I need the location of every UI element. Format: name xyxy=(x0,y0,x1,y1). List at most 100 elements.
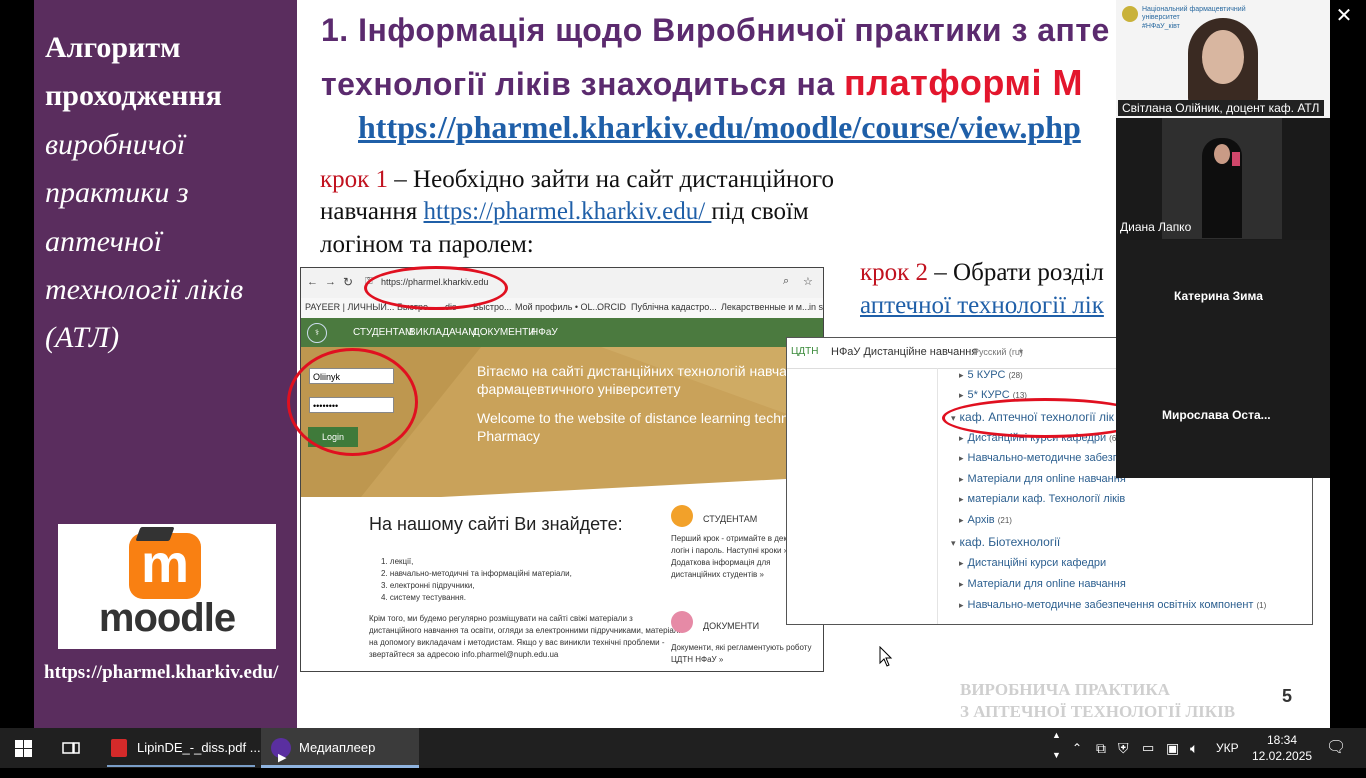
taskbar-app-pdf[interactable]: LipinDE_-_diss.pdf ... xyxy=(103,728,261,768)
university-logo-icon xyxy=(1122,6,1138,22)
category-item: ▸ Архів (21) xyxy=(959,514,1012,526)
clock-date: 12.02.2025 xyxy=(1252,749,1313,763)
chevron-down-icon: ▾ xyxy=(1019,347,1024,356)
slide-heading-line2: технології ліків знаходиться на платформ… xyxy=(321,62,1083,104)
chevron-right-icon: ▸ xyxy=(959,579,964,589)
step1-label: крок 1 xyxy=(320,166,389,193)
find-list-item: 1. лекції, xyxy=(381,557,414,566)
hero-en-text: Pharmacy xyxy=(477,428,541,444)
category-label: каф. Біотехнології xyxy=(959,535,1061,549)
close-icon[interactable]: ✕ xyxy=(1334,6,1354,26)
step1-line2: навчання https://pharmel.kharkiv.edu/ пі… xyxy=(320,198,809,226)
bookmark: in s xyxy=(809,302,824,312)
category-label: Матеріали для online навчання xyxy=(967,578,1126,590)
language-select: Русский (ru) xyxy=(973,347,1023,357)
input-language[interactable]: УКР xyxy=(1216,728,1239,768)
forward-arrow-icon: → xyxy=(325,276,336,288)
logo-text: Національний фармацевтичний xyxy=(1142,6,1246,13)
hero-ua-text: фармацевтичного університету xyxy=(477,381,681,397)
step1-text: навчання xyxy=(320,198,424,225)
scroll-chevrons[interactable]: ▲ ▼ xyxy=(1052,730,1064,770)
step2-link[interactable]: аптечної технології лік xyxy=(860,292,1104,320)
heading-text: технології ліків знаходиться на xyxy=(321,66,845,102)
left-panel-italic-line: технології ліків xyxy=(45,273,244,306)
speaker-name-bar: Світлана Олійник, доцент каф. АТЛ xyxy=(1118,100,1324,116)
moodle-m-icon: m xyxy=(129,533,201,599)
task-view-icon[interactable] xyxy=(62,740,80,756)
category-item: ▸ Матеріали для online навчання xyxy=(959,578,1126,590)
students-text: Перший крок - отримайте в декан xyxy=(671,534,796,543)
site-nav: ⚕ СТУДЕНТАМ ВИКЛАДАЧАМ ДОКУМЕНТИ НФаУ xyxy=(301,318,823,347)
site-paragraph: Крім того, ми будемо регулярно розміщува… xyxy=(369,614,633,623)
find-list-item: 2. навчально-методичні та інформаційні м… xyxy=(381,569,572,578)
chevron-right-icon: ▸ xyxy=(959,433,964,443)
bookmark: PAYEER | ЛИЧНЫЙ... xyxy=(305,302,395,312)
documents-text: Документи, які регламентують роботу xyxy=(671,643,812,652)
category-label: матеріали каф. Технології ліків xyxy=(967,493,1126,505)
documents-text: ЦДТН НФаУ » xyxy=(671,655,724,664)
nav-item: СТУДЕНТАМ xyxy=(353,327,414,338)
course-link[interactable]: https://pharmel.kharkiv.edu/moodle/cours… xyxy=(358,109,1081,146)
participant-name: Мирослава Оста... xyxy=(1162,408,1271,422)
left-panel-italic-line: виробничої xyxy=(45,128,186,161)
notification-center-icon[interactable]: 🗨︎ xyxy=(1326,728,1346,768)
hero-en-text: Welcome to the website of distance learn… xyxy=(477,410,824,426)
chevron-down-icon: ▾ xyxy=(951,538,956,548)
nav-item: ВИКЛАДАЧАМ xyxy=(409,327,477,338)
chevron-up-icon[interactable]: ⌃ xyxy=(1072,728,1082,768)
phone-icon xyxy=(1232,152,1240,166)
pharmel-link[interactable]: https://pharmel.kharkiv.edu/ xyxy=(424,198,712,225)
hero-ua-text: Вітаємо на сайті дистанційних технологій… xyxy=(477,363,824,379)
step1-text: під своїм xyxy=(711,198,809,225)
documents-title: ДОКУМЕНТИ xyxy=(703,621,760,631)
site-paragraph: на допомогу викладачам і методистам. Якщ… xyxy=(369,638,665,647)
network-icon[interactable]: ▣ xyxy=(1166,728,1179,768)
speaker-name: Світлана Олійник, доцент каф. АТЛ xyxy=(1122,101,1320,115)
step1-line3: логіном та паролем: xyxy=(320,231,534,258)
play-icon: ▶ xyxy=(278,752,287,764)
students-icon xyxy=(671,505,693,527)
students-text: Додаткова інформація для xyxy=(671,558,771,567)
taskbar-app-label: Медиаплеер xyxy=(299,740,376,755)
chevron-right-icon: ▸ xyxy=(959,600,964,610)
category-item: ▾ каф. Біотехнології xyxy=(951,535,1060,549)
windows-start-icon[interactable] xyxy=(15,740,32,757)
category-label: Архів xyxy=(967,514,995,526)
site-paragraph: дистанційного навчання та освіти, огляди… xyxy=(369,626,683,635)
chevron-right-icon: ▸ xyxy=(959,453,964,463)
pdf-icon xyxy=(111,739,127,757)
category-item: ▸ Дистанційні курси кафедри xyxy=(959,557,1106,569)
website-screenshot: ← → ↻ ⚿ https://pharmel.kharkiv.edu ⌕ ☆ … xyxy=(300,267,824,672)
category-item: ▸ Матеріали для online навчання xyxy=(959,473,1126,485)
moodle-wordmark: moodle xyxy=(98,596,236,640)
zoom-icon: ⌕ xyxy=(783,275,790,287)
volume-icon[interactable]: 🔈︎ xyxy=(1190,728,1198,768)
find-heading: На нашому сайті Ви знайдете: xyxy=(369,514,623,534)
documents-icon xyxy=(671,611,693,633)
system-clock[interactable]: 18:34 12.02.2025 xyxy=(1252,728,1312,772)
category-label: Навчально-методичне забезпечення освітні… xyxy=(967,599,1254,611)
battery-icon[interactable]: ▭ xyxy=(1142,728,1154,768)
security-icon[interactable]: ⛨ xyxy=(1118,728,1129,768)
graduation-cap-icon xyxy=(135,527,175,541)
chevron-right-icon: ▸ xyxy=(959,474,964,484)
chevron-right-icon: ▸ xyxy=(959,515,964,525)
slide-heading-line1: 1. Інформація щодо Виробничої практики з… xyxy=(321,12,1110,48)
taskbar-app-mediaplayer[interactable]: ▶ Медиаплеер xyxy=(261,728,419,768)
camera-icon[interactable]: ⧉ xyxy=(1096,728,1106,768)
nav-item: ДОКУМЕНТИ xyxy=(473,327,536,338)
category-label: Матеріали для online навчання xyxy=(967,473,1126,485)
chevron-right-icon: ▸ xyxy=(959,390,964,400)
column-divider xyxy=(937,368,938,624)
star-icon: ☆ xyxy=(803,276,813,288)
speaker-face xyxy=(1202,30,1244,84)
left-panel-url: https://pharmel.kharkiv.edu/ xyxy=(44,662,279,683)
step2-line1: крок 2 – Обрати розділ xyxy=(860,259,1104,287)
slide-page-number: 5 xyxy=(1282,686,1293,706)
left-panel-italic-line: (АТЛ) xyxy=(45,321,120,354)
slide-watermark: З АПТЕЧНОЇ ТЕХНОЛОГІЇ ЛІКІВ xyxy=(960,702,1236,721)
chevron-right-icon: ▸ xyxy=(959,558,964,568)
participant-name: Катерина Зима xyxy=(1174,289,1263,303)
heading-highlight: платформі M xyxy=(844,62,1083,103)
category-label: Дистанційні курси кафедри xyxy=(967,557,1107,569)
